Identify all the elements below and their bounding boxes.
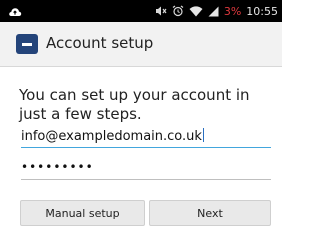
password-value: ••••••••• <box>21 160 94 174</box>
manual-setup-button[interactable]: Manual setup <box>20 200 145 226</box>
text-cursor <box>202 128 204 142</box>
password-field[interactable]: ••••••••• <box>21 160 271 180</box>
wifi-icon <box>189 5 203 17</box>
next-button[interactable]: Next <box>149 200 271 226</box>
upload-cloud-icon <box>8 4 22 18</box>
email-app-icon[interactable] <box>16 34 38 54</box>
status-bar: 3% 10:55 <box>0 0 282 22</box>
page-title: Account setup <box>46 34 154 52</box>
status-icons: 3% 10:55 <box>155 0 278 22</box>
alarm-icon <box>172 5 184 17</box>
mute-icon <box>155 6 167 16</box>
app-bar: Account setup <box>0 22 282 67</box>
email-value: info@exampledomain.co.uk <box>21 129 202 144</box>
email-field[interactable]: info@exampledomain.co.uk <box>21 128 271 148</box>
signal-icon <box>208 6 219 17</box>
battery-level: 3% <box>223 4 242 18</box>
setup-intro-text: You can set up your account in just a fe… <box>19 86 250 123</box>
clock: 10:55 <box>246 4 278 18</box>
